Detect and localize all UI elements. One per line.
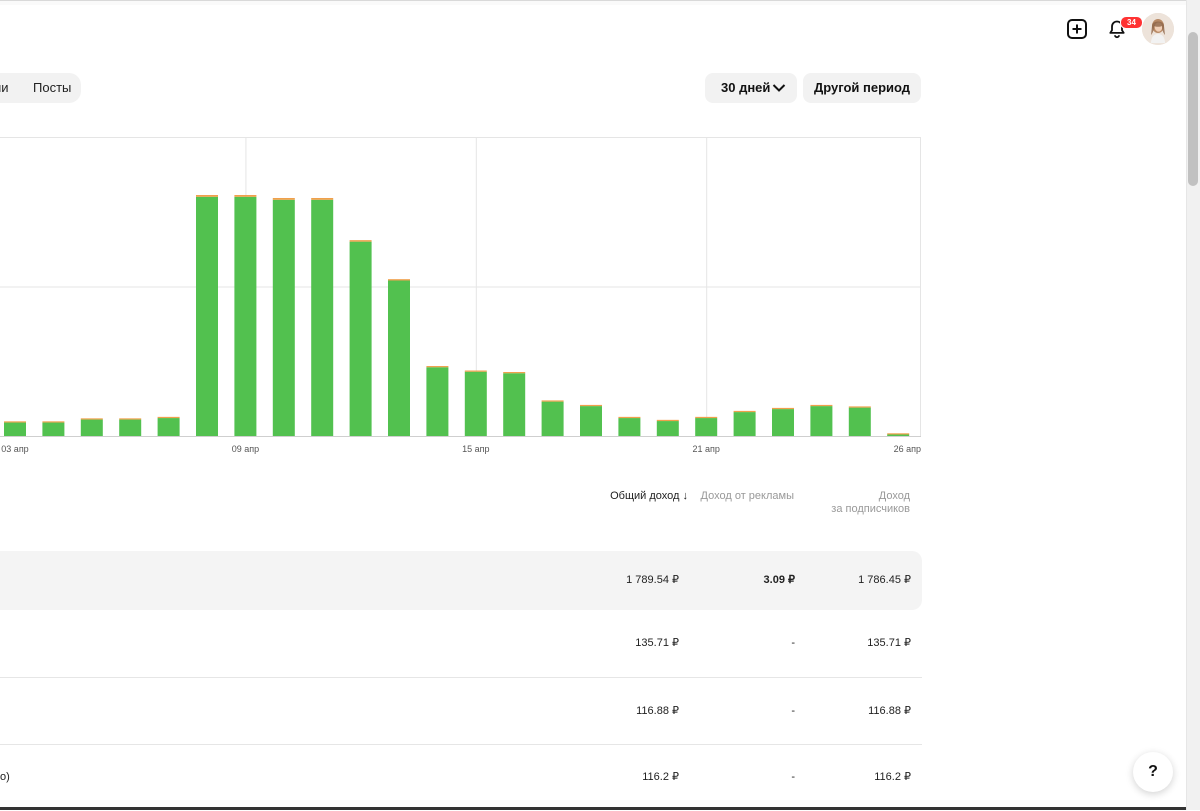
row-subscriber-income: 135.71 ₽ [867, 637, 911, 649]
chart-bar-cap [119, 418, 142, 420]
tab-partial[interactable]: ии [0, 73, 9, 103]
chart-bar-cap [272, 197, 295, 200]
chart-bar [349, 241, 372, 436]
x-tick-label: 15 апр [462, 444, 489, 454]
chart-bar [656, 421, 679, 436]
row-total-income: 135.71 ₽ [635, 637, 679, 649]
chart-bar-cap [810, 404, 833, 407]
chart-bar [503, 373, 526, 436]
chart-bar [42, 422, 65, 436]
chevron-down-icon [772, 84, 786, 92]
avatar[interactable] [1142, 13, 1174, 45]
chart-bar-cap [503, 372, 526, 374]
chart-bar [4, 422, 26, 436]
chart-bar [311, 199, 334, 436]
chart-bar-cap [733, 410, 756, 413]
row-ad-income: - [791, 771, 795, 783]
table-row[interactable]: о) 116.2 ₽ - 116.2 ₽ [0, 745, 922, 811]
total-income-sum: 1 789.54 ₽ [626, 574, 679, 586]
notification-count-badge: 34 [1120, 16, 1143, 29]
table-row[interactable]: 116.88 ₽ - 116.88 ₽ [0, 678, 922, 745]
tab-posts[interactable]: Посты [33, 73, 71, 103]
chart-bar [388, 280, 410, 436]
x-tick-label: 09 апр [232, 444, 259, 454]
chart-bar-cap [848, 406, 871, 408]
chart-bar [887, 434, 910, 436]
chart-bar-cap [426, 366, 449, 368]
chart-bar [810, 406, 833, 436]
chart-bar-cap [4, 421, 26, 423]
x-tick-label: 21 апр [692, 444, 719, 454]
content-tabs: ии Посты [0, 73, 81, 103]
chart-bar-cap [388, 279, 410, 281]
ad-income-sum: 3.09 ₽ [763, 574, 795, 586]
page-scrollbar-thumb[interactable] [1188, 32, 1198, 186]
chart-bar [848, 407, 871, 436]
chart-bar [80, 419, 103, 436]
totals-row: 1 789.54 ₽ 3.09 ₽ 1 786.45 ₽ [0, 551, 922, 610]
subscriber-income-sum: 1 786.45 ₽ [858, 574, 911, 586]
chart-bar-cap [695, 416, 718, 419]
chart-bar [426, 367, 449, 436]
row-total-income: 116.2 ₽ [642, 771, 679, 783]
chart-bar-cap [772, 407, 794, 410]
plus-square-icon [1067, 19, 1087, 39]
chart-bar [234, 196, 257, 436]
chart-bar [695, 418, 718, 436]
chart-bar [196, 196, 218, 436]
chart-bar [464, 371, 487, 436]
row-ad-income: - [791, 637, 795, 649]
chart-bar [119, 419, 142, 436]
chart-bar [618, 418, 641, 436]
user-photo-icon [1142, 13, 1174, 45]
x-tick-label: 26 апр [894, 444, 921, 454]
chart-bar-cap [234, 195, 257, 197]
row-ad-income: - [791, 705, 795, 717]
chart-bar-cap [887, 433, 910, 435]
column-header-subscriber-income[interactable]: Доход за подписчиков [800, 490, 910, 516]
browser-top-border [0, 0, 1186, 5]
table-row[interactable]: 135.71 ₽ - 135.71 ₽ [0, 610, 922, 678]
chart-bar-cap [349, 240, 372, 242]
other-period-button[interactable]: Другой период [803, 73, 921, 103]
chart-bar-cap [80, 418, 103, 420]
chart-bar [772, 409, 794, 436]
column-header-subscriber-income-line2: за подписчиков [831, 503, 910, 515]
help-button[interactable]: ? [1133, 752, 1173, 792]
column-header-total-income[interactable]: Общий доход ↓ [560, 490, 688, 503]
x-tick-label: 03 апр [1, 444, 28, 454]
row-total-income: 116.88 ₽ [636, 705, 679, 717]
row-subscriber-income: 116.88 ₽ [868, 705, 911, 717]
column-header-subscriber-income-line1: Доход [878, 490, 910, 502]
create-button[interactable] [1063, 15, 1091, 43]
chart-bar-cap [541, 400, 564, 402]
period-dropdown[interactable]: 30 дней [705, 73, 797, 103]
column-header-ad-income[interactable]: Доход от рекламы [700, 490, 794, 503]
period-dropdown-label: 30 дней [721, 80, 771, 95]
chart-bar-cap [311, 197, 334, 200]
chart-bar-cap [580, 404, 602, 407]
chart-bar-cap [42, 421, 65, 423]
chart-bar-cap [157, 416, 180, 419]
chart-bar [541, 401, 564, 436]
chart-bar-cap [464, 370, 487, 372]
row-subscriber-income: 116.2 ₽ [874, 771, 911, 783]
chart-bar-cap [618, 416, 641, 419]
chart-bar [272, 199, 295, 436]
row-title: о) [0, 771, 10, 783]
income-chart: 03 апр 09 апр 15 апр 21 апр 26 апр [0, 137, 921, 454]
chart-bar [157, 418, 180, 436]
chart-bar-cap [656, 419, 679, 422]
chart-bar-cap [196, 195, 218, 197]
chart-bar [733, 412, 756, 436]
chart-bar [580, 406, 602, 436]
